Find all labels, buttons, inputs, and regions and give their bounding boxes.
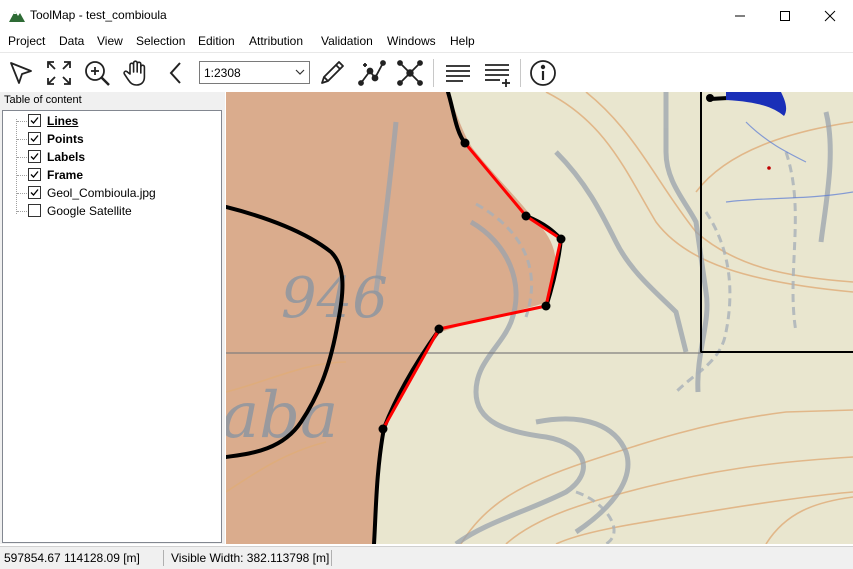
layer-row-frame[interactable]: Frame [3,166,219,184]
menu-view[interactable]: View [97,34,123,48]
mountain-app-icon [9,11,25,22]
layer-checkbox-lines[interactable] [28,114,41,127]
tree-connector [17,175,27,176]
scale-value: 1:2308 [204,66,241,80]
select-arrow-icon [10,62,32,84]
layer-label-points[interactable]: Points [47,132,84,146]
layer-row-google-satellite[interactable]: Google Satellite [3,202,219,220]
cut-lines-icon [397,60,423,86]
layer-label-geol-image[interactable]: Geol_Combioula.jpg [47,186,156,200]
maximize-icon [780,10,790,21]
select-tool-button[interactable] [5,57,37,89]
info-button[interactable] [527,57,559,89]
pan-button[interactable] [120,57,152,89]
info-icon [530,60,556,86]
attribution-add-icon [485,64,510,87]
close-icon [824,10,836,21]
layer-label-labels[interactable]: Labels [47,150,85,164]
checkmark-icon [30,189,39,196]
layer-row-lines[interactable]: Lines [3,112,219,130]
checkmark-icon [30,135,39,142]
draw-pencil-icon [321,61,344,84]
checkmark-icon [30,171,39,178]
tree-connector [17,157,27,158]
status-separator [163,550,164,566]
previous-zoom-icon [169,62,181,84]
zoom-extent-icon [47,61,71,85]
close-button[interactable] [807,0,853,31]
attribution-button[interactable] [442,57,474,89]
cut-lines-button[interactable] [394,57,426,89]
menu-help[interactable]: Help [450,34,475,48]
previous-zoom-button[interactable] [160,57,192,89]
tree-connector [17,193,27,194]
layer-label-lines[interactable]: Lines [47,114,78,128]
zoom-in-button[interactable] [81,57,113,89]
menu-attribution[interactable]: Attribution [249,34,303,48]
menu-edition[interactable]: Edition [198,34,235,48]
menu-windows[interactable]: Windows [387,34,436,48]
window-title: ToolMap - test_combioula [30,8,167,22]
zoom-in-icon [85,61,110,86]
layer-row-points[interactable]: Points [3,130,219,148]
pan-hand-icon [123,60,146,86]
checkmark-icon [30,153,39,160]
layer-label-frame[interactable]: Frame [47,168,83,182]
attribution-list-icon [446,65,470,82]
layer-checkbox-labels[interactable] [28,150,41,163]
menu-data[interactable]: Data [59,34,84,48]
layer-row-labels[interactable]: Labels [3,148,219,166]
toolbar-separator [433,59,434,87]
map-label-elevation: 946 [281,266,388,331]
layer-row-geol-image[interactable]: Geol_Combioula.jpg [3,184,219,202]
layer-checkbox-frame[interactable] [28,168,41,181]
layer-checkbox-google-satellite[interactable] [28,204,41,217]
point-feature [767,166,771,170]
draw-button[interactable] [316,57,348,89]
maximize-button[interactable] [762,0,808,31]
tree-connector [17,121,27,122]
map-svg[interactable]: 946 aba [226,92,853,544]
menu-bar: Project Data View Selection Edition Attr… [0,31,853,51]
layer-checkbox-geol-image[interactable] [28,186,41,199]
status-visible-width: Visible Width: 382.113798 [m] [171,551,330,565]
menu-selection[interactable]: Selection [136,34,185,48]
layer-checkbox-points[interactable] [28,132,41,145]
status-separator [331,550,332,566]
toolbar [0,52,853,92]
map-canvas[interactable]: 946 aba [226,92,853,544]
minimize-icon [735,15,745,16]
minimize-button[interactable] [717,0,763,31]
menu-validation[interactable]: Validation [321,34,373,48]
scale-dropdown[interactable]: 1:2308 [199,61,310,84]
layer-label-google-satellite[interactable]: Google Satellite [47,204,132,218]
status-bar: 597854.67 114128.09 [m] Visible Width: 3… [0,546,853,569]
toolbar-separator [520,59,521,87]
tree-connector [17,211,27,212]
attribution-add-button[interactable] [481,57,513,89]
title-bar: ToolMap - test_combioula [0,0,853,31]
table-of-content-panel: Table of content Lines Points Labels Fra… [0,92,225,544]
modify-vertex-button[interactable] [356,57,388,89]
checkmark-icon [30,117,39,124]
zoom-extent-button[interactable] [43,57,75,89]
modify-vertex-icon [358,60,386,86]
layer-tree: Lines Points Labels Frame Geol_Combioula… [2,110,222,543]
menu-project[interactable]: Project [8,34,45,48]
chevron-down-icon [295,69,305,75]
toc-header: Table of content [0,92,225,110]
tree-connector [17,139,27,140]
status-coordinates: 597854.67 114128.09 [m] [4,551,140,565]
